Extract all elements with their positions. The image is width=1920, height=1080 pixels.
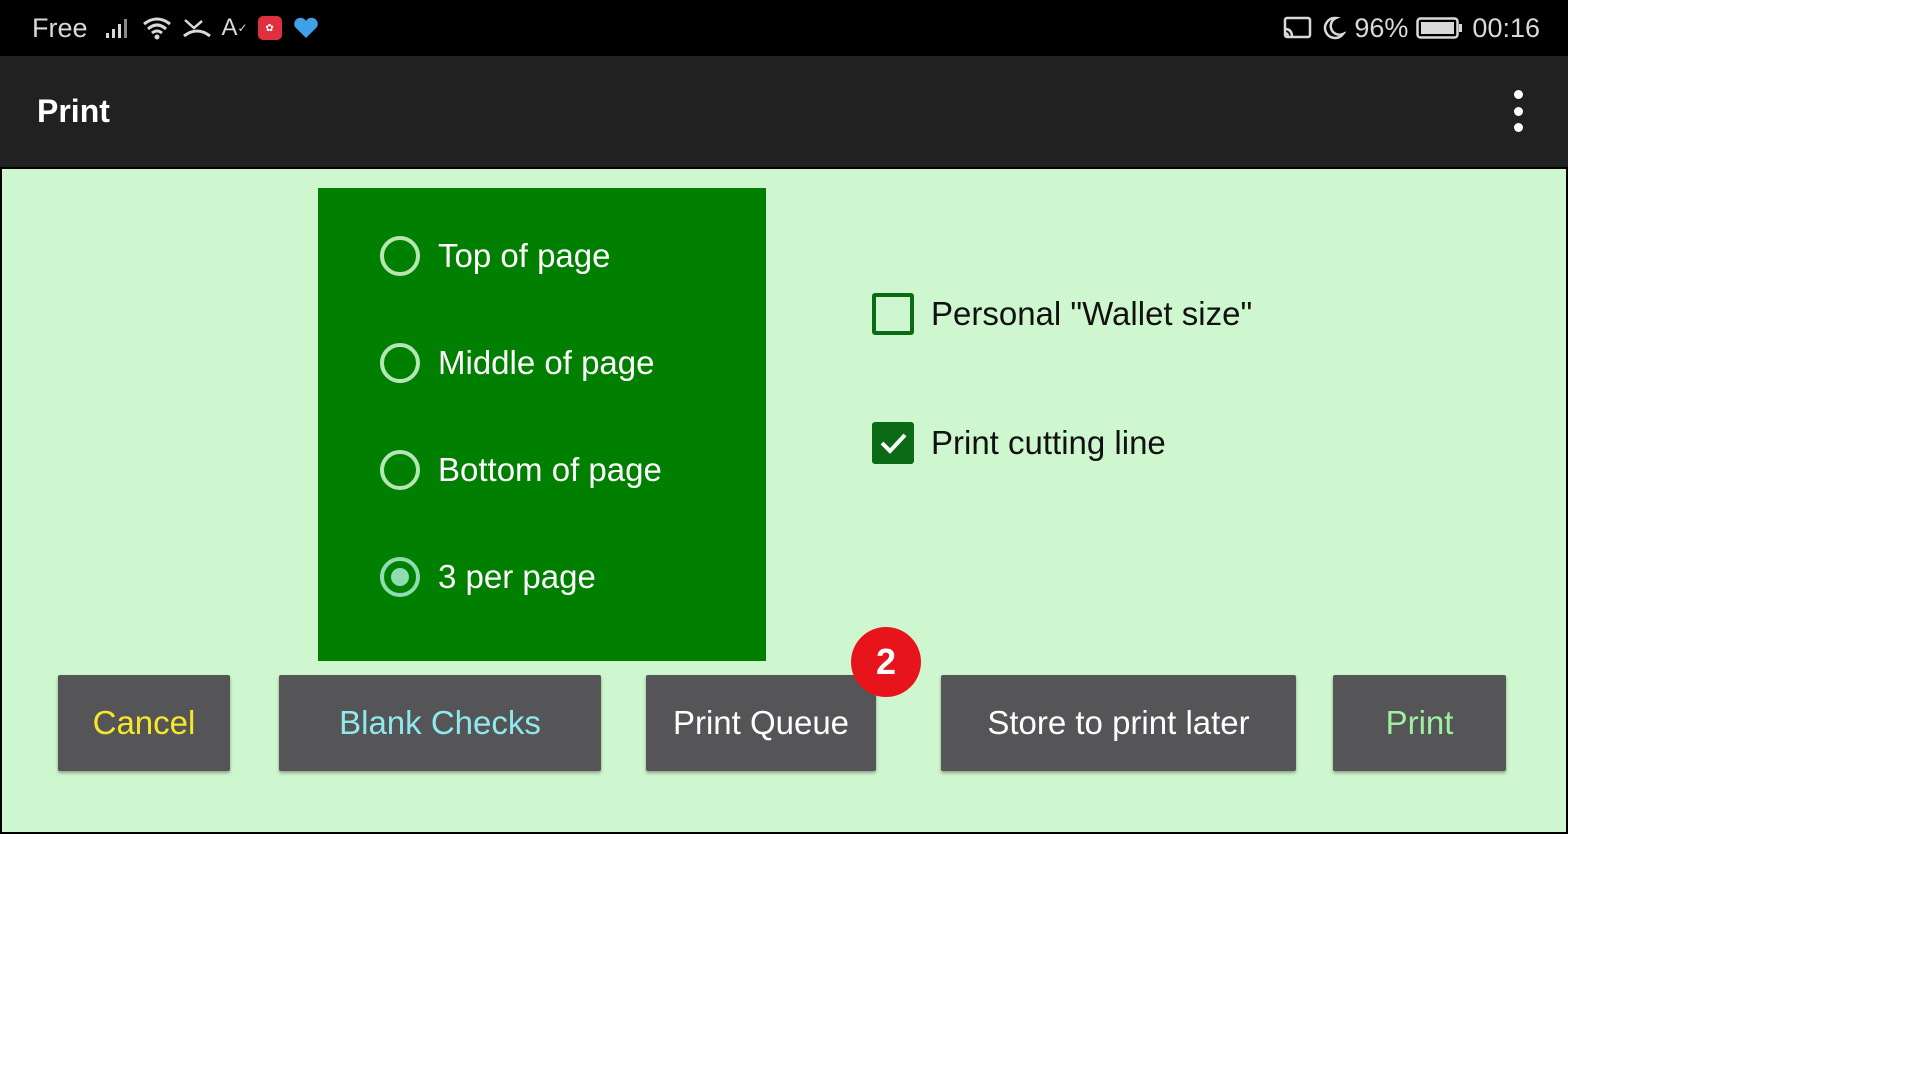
- checkbox-label: Personal "Wallet size": [931, 295, 1253, 332]
- status-bar: Free A ✓ ✿ 96% 00:16: [0, 0, 1568, 56]
- radio-button-icon[interactable]: [380, 450, 420, 490]
- battery-icon: [1416, 16, 1464, 40]
- clock: 00:16: [1472, 12, 1540, 43]
- font-size-icon: A ✓: [221, 14, 248, 41]
- radio-button-icon[interactable]: [380, 236, 420, 276]
- checkmark-icon: [880, 433, 907, 454]
- blank-checks-button[interactable]: Blank Checks: [279, 675, 601, 771]
- huawei-app-icon: ✿: [257, 16, 282, 40]
- carrier-label: Free: [32, 12, 88, 43]
- checkbox-unchecked-icon[interactable]: [872, 293, 914, 335]
- radio-button-selected-icon[interactable]: [380, 557, 420, 597]
- checkbox-print-cutting-line[interactable]: Print cutting line: [872, 422, 1166, 464]
- position-radio-group: Top of page Middle of page Bottom of pag…: [318, 188, 766, 661]
- radio-label: Bottom of page: [438, 451, 662, 488]
- health-app-icon: [292, 16, 320, 40]
- menu-dot: [1513, 123, 1523, 132]
- radio-label: 3 per page: [438, 558, 596, 595]
- print-options-panel: Top of page Middle of page Bottom of pag…: [0, 167, 1568, 834]
- status-left: Free A ✓ ✿: [32, 0, 320, 56]
- radio-bottom-of-page[interactable]: Bottom of page: [380, 450, 662, 490]
- cast-icon: [1282, 16, 1312, 40]
- status-right: 96% 00:16: [1282, 0, 1540, 56]
- radio-top-of-page[interactable]: Top of page: [380, 236, 610, 276]
- radio-label: Top of page: [438, 237, 611, 274]
- print-queue-count-badge: 2: [851, 627, 921, 697]
- radio-middle-of-page[interactable]: Middle of page: [380, 343, 654, 383]
- menu-dot: [1513, 90, 1523, 99]
- app-bar: Print: [0, 56, 1568, 167]
- print-button[interactable]: Print: [1333, 675, 1506, 771]
- radio-3-per-page[interactable]: 3 per page: [380, 557, 596, 597]
- moon-icon: [1320, 15, 1347, 41]
- store-to-print-later-button[interactable]: Store to print later: [941, 675, 1296, 771]
- more-vert-icon[interactable]: [1500, 90, 1536, 132]
- wifi-icon: [142, 16, 172, 40]
- checkbox-wallet-size[interactable]: Personal "Wallet size": [872, 293, 1252, 335]
- radio-label: Middle of page: [438, 344, 655, 381]
- print-queue-button[interactable]: Print Queue: [646, 675, 876, 771]
- page-title: Print: [37, 93, 110, 129]
- checkbox-checked-icon[interactable]: [872, 422, 914, 464]
- missed-call-icon: [182, 16, 212, 40]
- cancel-button[interactable]: Cancel: [58, 675, 230, 771]
- battery-percent: 96%: [1354, 12, 1409, 43]
- menu-dot: [1513, 106, 1523, 116]
- checkbox-label: Print cutting line: [931, 424, 1166, 461]
- signal-icon: [104, 16, 132, 40]
- radio-button-icon[interactable]: [380, 343, 420, 383]
